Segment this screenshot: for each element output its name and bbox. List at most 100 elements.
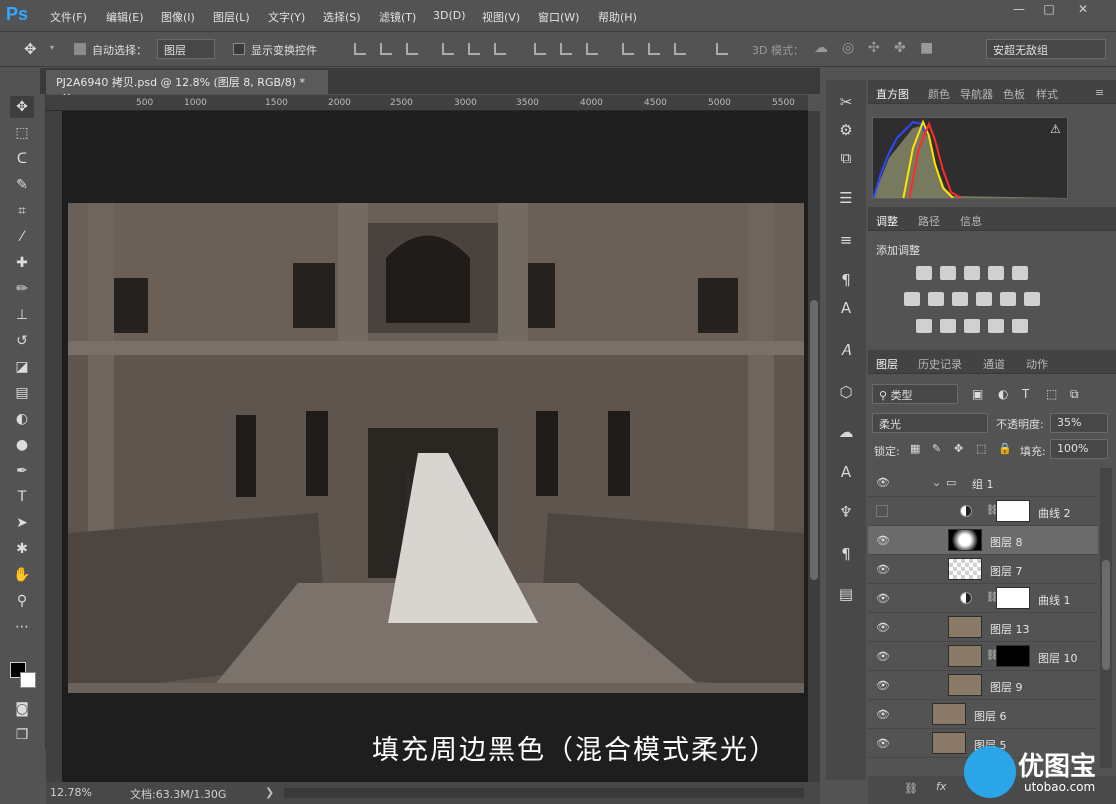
layer-row[interactable]: 👁 ⌄ ▭ 组 1 — [868, 468, 1098, 497]
gradient-tool-icon[interactable]: ▤ — [10, 382, 34, 404]
menu-select[interactable]: 选择(S) — [323, 9, 361, 25]
distribute-left-icon[interactable] — [620, 41, 634, 55]
pen-tool-icon[interactable]: ✒ — [10, 460, 34, 482]
marquee-tool-icon[interactable]: ⬚ — [10, 122, 34, 144]
curves-icon[interactable] — [964, 266, 980, 280]
visibility-eye-icon[interactable]: 👁 — [876, 737, 890, 750]
menu-3d[interactable]: 3D(D) — [433, 9, 466, 22]
distribute-right-icon[interactable] — [672, 41, 686, 55]
move-tool-preset-icon[interactable]: ✥ — [24, 40, 44, 60]
shape-tool-icon[interactable]: ✱ — [10, 538, 34, 560]
posterize-icon[interactable] — [940, 319, 956, 333]
visibility-eye-icon[interactable]: 👁 — [876, 650, 890, 663]
3d-roll-icon[interactable]: ◎ — [842, 40, 854, 56]
close-window-button[interactable]: ✕ — [1068, 2, 1098, 20]
crop-tool-icon[interactable]: ⌗ — [10, 200, 34, 222]
tab-styles[interactable]: 样式 — [1036, 86, 1058, 102]
hand-tool-icon[interactable]: ✋ — [10, 564, 34, 586]
visibility-eye-icon[interactable]: 👁 — [876, 708, 890, 721]
tools-icon[interactable]: ✂ — [834, 90, 858, 114]
properties-icon[interactable]: ☰ — [834, 186, 858, 210]
layers-scrollbar-thumb[interactable] — [1102, 560, 1110, 670]
eraser-tool-icon[interactable]: ◪ — [10, 356, 34, 378]
layer-filter-dropdown[interactable]: ⚲ 类型 — [872, 384, 958, 404]
lock-move-icon[interactable]: ✥ — [954, 442, 963, 455]
fill-input[interactable]: 100% — [1050, 439, 1108, 459]
lock-transparent-icon[interactable]: ▦ — [910, 442, 920, 455]
history-brush-tool-icon[interactable]: ↺ — [10, 330, 34, 352]
minimize-button[interactable]: — — [1004, 2, 1034, 20]
exposure-icon[interactable] — [988, 266, 1004, 280]
layer-thumbnail[interactable] — [932, 732, 966, 754]
align-vcenter-icon[interactable] — [378, 41, 392, 55]
warning-icon[interactable]: ⚠ — [1050, 122, 1061, 136]
status-menu-icon[interactable]: ❯ — [265, 786, 274, 799]
brightness-contrast-icon[interactable] — [916, 266, 932, 280]
distribute-bottom-icon[interactable] — [584, 41, 598, 55]
layer-row-selected[interactable]: 👁 图层 8 — [868, 526, 1098, 555]
type-tool-icon[interactable]: T — [10, 486, 34, 508]
threshold-icon[interactable] — [964, 319, 980, 333]
layer-row[interactable]: 👁 图层 7 — [868, 555, 1098, 584]
stamp-tool-icon[interactable]: ⊥ — [10, 304, 34, 326]
brushes-icon[interactable]: ♆ — [834, 500, 858, 524]
move-tool-icon[interactable]: ✥ — [10, 96, 34, 118]
libraries-icon[interactable]: ☁ — [834, 420, 858, 444]
quick-mask-icon[interactable]: ◙ — [10, 698, 34, 720]
more-tools-icon[interactable]: ⋯ — [10, 616, 34, 638]
tab-paths[interactable]: 路径 — [918, 213, 940, 229]
filter-smart-icon[interactable]: ⧉ — [1070, 387, 1079, 402]
tab-history[interactable]: 历史记录 — [918, 356, 962, 372]
text-icon[interactable]: A — [834, 460, 858, 484]
screen-mode-icon[interactable]: ❐ — [10, 724, 34, 746]
3d-slide-icon[interactable]: ✤ — [894, 40, 906, 56]
distribute-vcenter-icon[interactable] — [558, 41, 572, 55]
horizontal-scrollbar[interactable] — [284, 788, 804, 798]
auto-align-icon[interactable] — [714, 41, 728, 55]
character-icon[interactable]: 𝐴 — [834, 338, 858, 362]
layer-thumbnail[interactable] — [948, 645, 982, 667]
selective-color-icon[interactable] — [988, 319, 1004, 333]
vibrance-icon[interactable] — [1012, 266, 1028, 280]
filter-shape-icon[interactable]: ⬚ — [1046, 387, 1057, 401]
layer-thumbnail[interactable] — [948, 558, 982, 580]
lock-paint-icon[interactable]: ✎ — [932, 442, 941, 455]
tab-info[interactable]: 信息 — [960, 213, 982, 229]
auto-select-dropdown[interactable]: 图层 — [157, 39, 215, 59]
document-tab[interactable]: PJ2A6940 拷贝.psd @ 12.8% (图层 8, RGB/8) * … — [46, 70, 328, 103]
tab-channels[interactable]: 通道 — [983, 356, 1005, 372]
character-style-icon[interactable]: ¶ — [834, 268, 858, 292]
lock-artboard-icon[interactable]: ⬚ — [976, 442, 986, 455]
align-left-icon[interactable] — [440, 41, 454, 55]
distribute-top-icon[interactable] — [532, 41, 546, 55]
tab-color[interactable]: 颜色 — [928, 86, 950, 102]
layer-thumbnail[interactable] — [932, 703, 966, 725]
tab-swatches[interactable]: 色板 — [1003, 86, 1025, 102]
auto-select-checkbox[interactable] — [74, 43, 86, 55]
channel-mixer-icon[interactable] — [1000, 292, 1016, 306]
visibility-eye-icon[interactable]: 👁 — [876, 534, 890, 547]
brush-tool-icon[interactable]: ✏ — [10, 278, 34, 300]
menu-image[interactable]: 图像(I) — [161, 9, 195, 25]
layer-thumbnail[interactable] — [948, 616, 982, 638]
color-balance-icon[interactable] — [928, 292, 944, 306]
fx-icon[interactable]: fx — [936, 780, 946, 793]
zoom-level[interactable]: 12.78% — [50, 786, 92, 799]
3d-drag-icon[interactable]: ✣ — [868, 40, 880, 56]
show-transform-checkbox[interactable] — [233, 43, 245, 55]
visibility-eye-icon[interactable]: 👁 — [876, 476, 890, 489]
visibility-eye-icon[interactable]: 👁 — [876, 679, 890, 692]
align-bottom-icon[interactable] — [404, 41, 418, 55]
info-list-icon[interactable]: ≡ — [834, 228, 858, 252]
visibility-eye-icon[interactable]: 👁 — [876, 592, 890, 605]
menu-file[interactable]: 文件(F) — [50, 9, 87, 25]
link-layers-icon[interactable]: ⛓ — [904, 782, 918, 795]
maximize-button[interactable]: □ — [1034, 2, 1064, 20]
dodge-tool-icon[interactable]: ● — [10, 434, 34, 456]
clone-source-icon[interactable]: ⧉ — [834, 146, 858, 170]
tab-actions[interactable]: 动作 — [1026, 356, 1048, 372]
paragraph-icon[interactable]: ¶ — [834, 542, 858, 566]
color-lookup-icon[interactable] — [1024, 292, 1040, 306]
menu-layer[interactable]: 图层(L) — [213, 9, 250, 25]
chevron-down-icon[interactable]: ▾ — [50, 43, 60, 53]
